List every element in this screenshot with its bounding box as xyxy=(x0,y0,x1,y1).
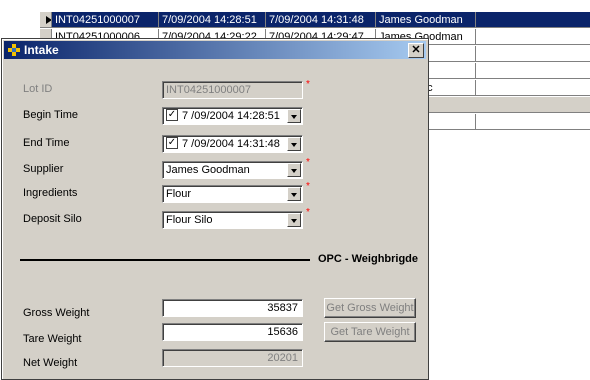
lot-id-field: INT04251000007 xyxy=(162,81,303,99)
deposit-silo-value: Flour Silo xyxy=(166,214,213,226)
chevron-down-icon[interactable] xyxy=(287,163,301,177)
ingredients-value: Flour xyxy=(166,188,192,200)
begin-time-picker[interactable]: ✓ 7 /09/2004 14:28:51 xyxy=(162,107,303,125)
ingredients-select[interactable]: Flour xyxy=(162,185,303,203)
dialog-title: Intake xyxy=(24,43,59,57)
end-time-checkbox[interactable]: ✓ xyxy=(166,137,178,150)
deposit-silo-label: Deposit Silo xyxy=(23,213,82,225)
end-time-label: End Time xyxy=(23,137,70,149)
cell-extra[interactable] xyxy=(476,80,590,96)
begin-time-value: 7 /09/2004 14:28:51 xyxy=(182,110,280,122)
gross-weight-label: Gross Weight xyxy=(23,307,90,319)
lot-id-label: Lot ID xyxy=(23,83,53,95)
cell-extra[interactable] xyxy=(476,63,590,79)
get-gross-weight-button[interactable]: Get Gross Weight xyxy=(324,298,416,318)
close-button[interactable]: ✕ xyxy=(408,43,424,58)
cell-end-time[interactable]: 7/09/2004 14:31:48 xyxy=(266,12,376,28)
cell-begin-time[interactable]: 7/09/2004 14:28:51 xyxy=(159,12,266,28)
net-weight-label: Net Weight xyxy=(23,357,78,369)
cell-extra[interactable] xyxy=(476,12,590,28)
begin-time-checkbox[interactable]: ✓ xyxy=(166,109,178,122)
table-row[interactable]: INT04251000007 7/09/2004 14:28:51 7/09/2… xyxy=(40,12,590,29)
chevron-down-icon[interactable] xyxy=(287,109,301,123)
cell-supplier[interactable]: James Goodman xyxy=(376,12,476,28)
gross-weight-field[interactable]: 35837 xyxy=(162,299,303,317)
chevron-down-icon[interactable] xyxy=(287,213,301,227)
cell-lot-id[interactable]: INT04251000007 xyxy=(52,12,159,28)
ingredients-label: Ingredients xyxy=(23,187,78,199)
supplier-value: James Goodman xyxy=(166,164,250,176)
cell-extra[interactable] xyxy=(476,46,590,62)
deposit-silo-select[interactable]: Flour Silo xyxy=(162,211,303,229)
chevron-down-icon[interactable] xyxy=(287,187,301,201)
required-marker: * xyxy=(306,79,310,90)
end-time-value: 7 /09/2004 14:31:48 xyxy=(182,138,280,150)
required-marker: * xyxy=(306,181,310,192)
net-weight-field: 20201 xyxy=(162,349,303,367)
cell-extra[interactable] xyxy=(476,114,590,130)
required-marker: * xyxy=(306,207,310,218)
section-divider xyxy=(20,259,310,261)
begin-time-label: Begin Time xyxy=(23,109,79,121)
intake-dialog: Intake ✕ Lot ID INT04251000007 * Begin T… xyxy=(1,38,429,380)
section-title: OPC - Weighbrigde xyxy=(318,253,419,265)
supplier-select[interactable]: James Goodman xyxy=(162,161,303,179)
required-marker: * xyxy=(306,157,310,168)
supplier-label: Supplier xyxy=(23,163,64,175)
tare-weight-label: Tare Weight xyxy=(23,333,82,345)
dialog-titlebar[interactable]: Intake ✕ xyxy=(4,41,426,59)
get-tare-weight-button[interactable]: Get Tare Weight xyxy=(324,322,416,342)
app-icon xyxy=(8,44,20,56)
chevron-down-icon[interactable] xyxy=(287,137,301,151)
cell-extra[interactable] xyxy=(476,29,590,45)
row-indicator[interactable] xyxy=(40,12,52,28)
end-time-picker[interactable]: ✓ 7 /09/2004 14:31:48 xyxy=(162,135,303,153)
close-icon: ✕ xyxy=(411,44,421,56)
tare-weight-field[interactable]: 15636 xyxy=(162,323,303,341)
